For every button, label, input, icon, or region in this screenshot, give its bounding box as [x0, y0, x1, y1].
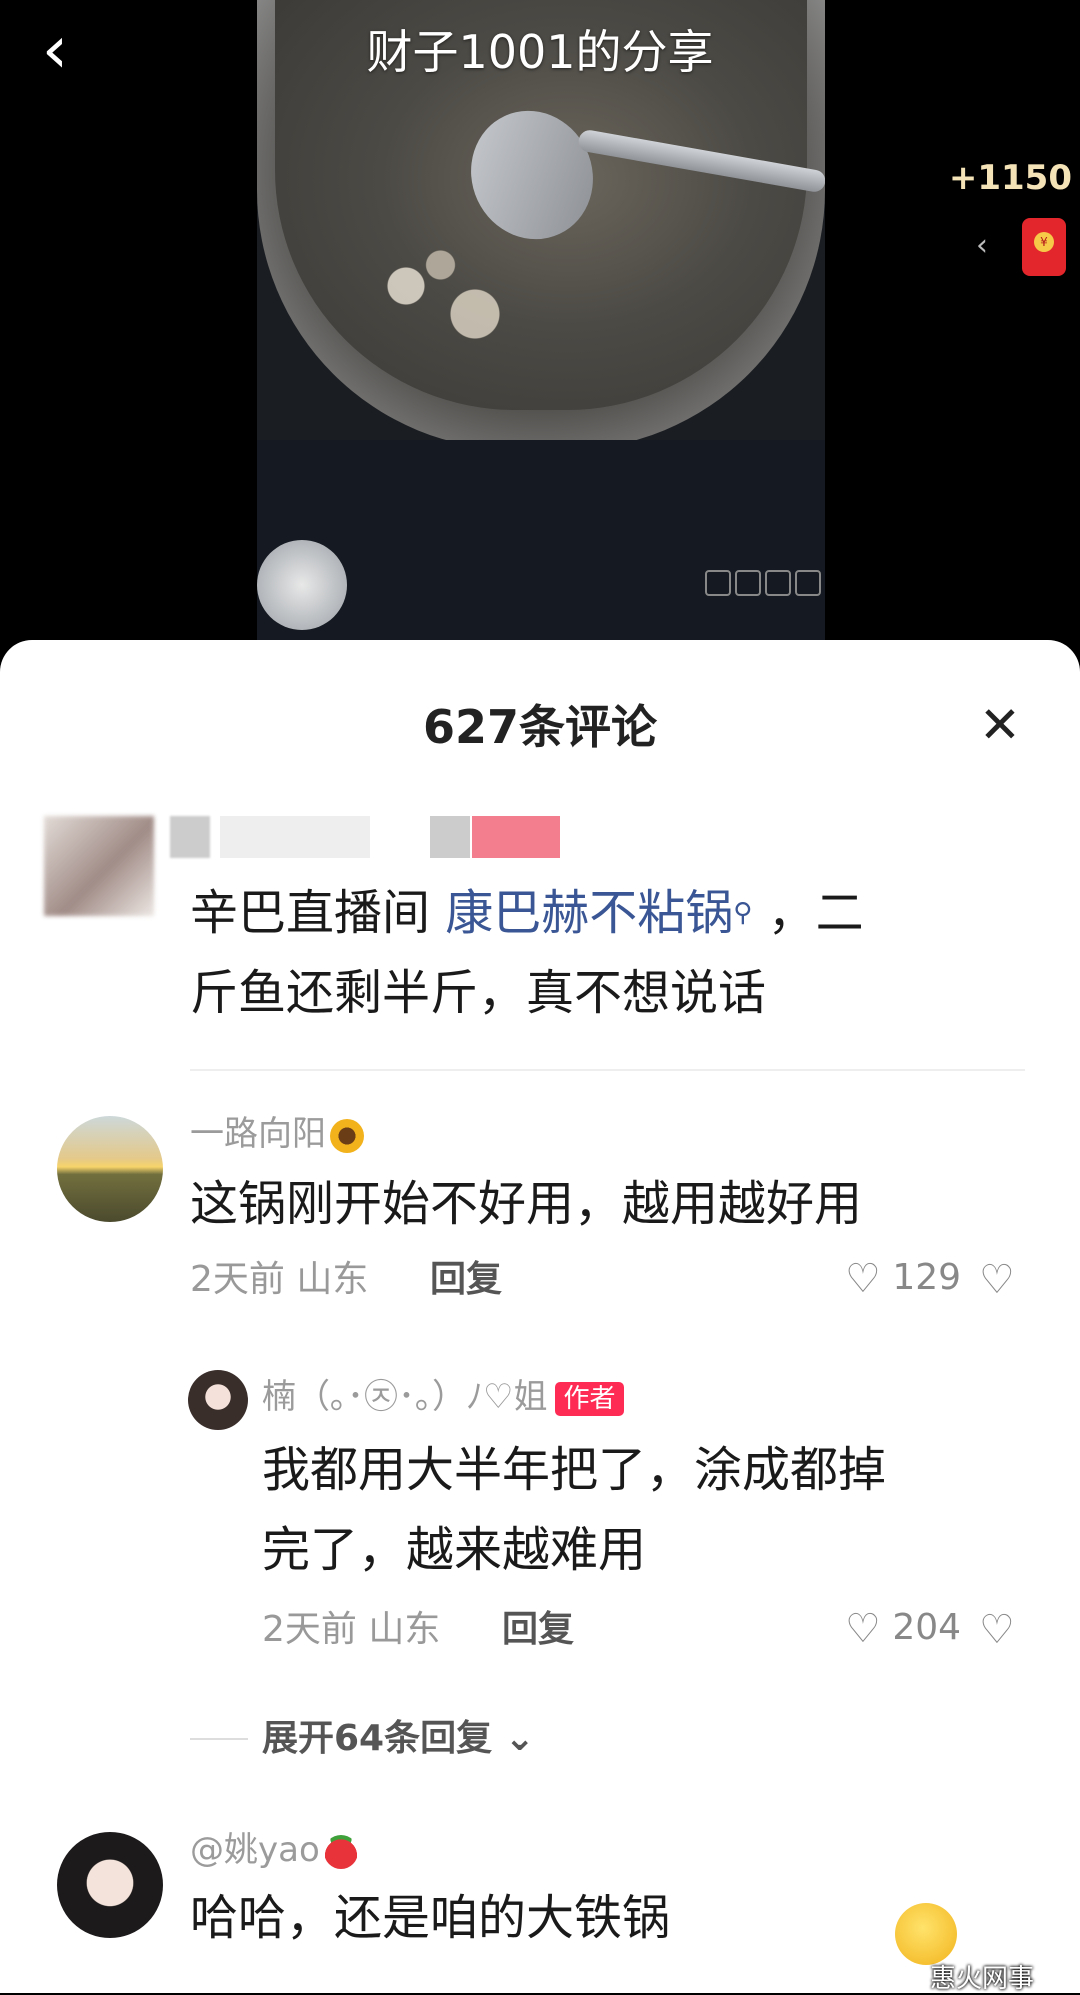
- comment-username[interactable]: 一路向阳: [190, 1112, 364, 1156]
- red-packet-icon[interactable]: ¥: [1022, 218, 1066, 276]
- avatar[interactable]: [57, 1832, 163, 1938]
- smile-emoji-icon: [895, 1903, 957, 1965]
- video-player[interactable]: [0, 0, 1080, 660]
- dislike-icon[interactable]: ♡: [979, 1260, 1019, 1300]
- chevron-down-icon: ⌄: [504, 1718, 535, 1759]
- sunflower-icon: [330, 1118, 364, 1153]
- avatar[interactable]: [188, 1370, 248, 1430]
- heart-icon: ♡: [845, 1256, 881, 1302]
- comment-text: 这锅刚开始不好用，越用越好用: [190, 1176, 863, 1232]
- expand-line: [190, 1738, 248, 1740]
- product-link[interactable]: 康巴赫不粘锅⚲: [445, 885, 752, 941]
- dislike-icon[interactable]: ♡: [979, 1610, 1019, 1650]
- comments-sheet: 627条评论 ✕ 辛巴直播间 康巴赫不粘锅⚲ ，二 斤鱼还剩半斤，真不想说话 一…: [0, 640, 1080, 1993]
- search-icon: ⚲: [733, 898, 753, 928]
- comment-text: 哈哈，还是咱的大铁锅: [190, 1890, 671, 1946]
- strawberry-icon: [323, 1834, 358, 1869]
- comment-username[interactable]: @姚yao: [190, 1828, 358, 1872]
- avatar[interactable]: [57, 1116, 163, 1222]
- video-title: 财子1001的分享: [366, 25, 714, 79]
- reply-button[interactable]: 回复: [502, 1606, 574, 1654]
- like-button[interactable]: ♡ 129: [845, 1254, 961, 1303]
- close-icon: ✕: [979, 696, 1021, 754]
- blurred-avatar: [44, 816, 154, 916]
- comment-meta: 2天前 山东: [190, 1259, 369, 1300]
- watermark: 惠火网事: [930, 1964, 1035, 1994]
- like-button[interactable]: ♡ 204: [845, 1604, 961, 1653]
- stove-image: [257, 440, 825, 640]
- author-badge: 作者: [555, 1381, 624, 1416]
- comment-text: 我都用大半年把了，涂成都掉 完了，越来越难用: [262, 1442, 887, 1578]
- heart-icon: ♡: [845, 1606, 881, 1652]
- comment-meta: 2天前 山东: [262, 1609, 441, 1650]
- coin-count: +1150: [948, 158, 1072, 198]
- top-comment-text: 辛巴直播间 康巴赫不粘锅⚲ ，二 斤鱼还剩半斤，真不想说话: [190, 885, 864, 1021]
- video-frame: [257, 0, 825, 640]
- comment-username[interactable]: 楠（｡･㉨･｡）ﾉ♡姐 作者: [262, 1375, 624, 1419]
- comments-title: 627条评论: [422, 700, 658, 754]
- divider: [190, 1069, 1025, 1071]
- chevron-left-icon[interactable]: ‹: [976, 228, 988, 263]
- close-button[interactable]: ✕: [970, 695, 1030, 755]
- reply-button[interactable]: 回复: [430, 1256, 502, 1304]
- expand-replies-button[interactable]: 展开64条回复 ⌄: [262, 1715, 535, 1763]
